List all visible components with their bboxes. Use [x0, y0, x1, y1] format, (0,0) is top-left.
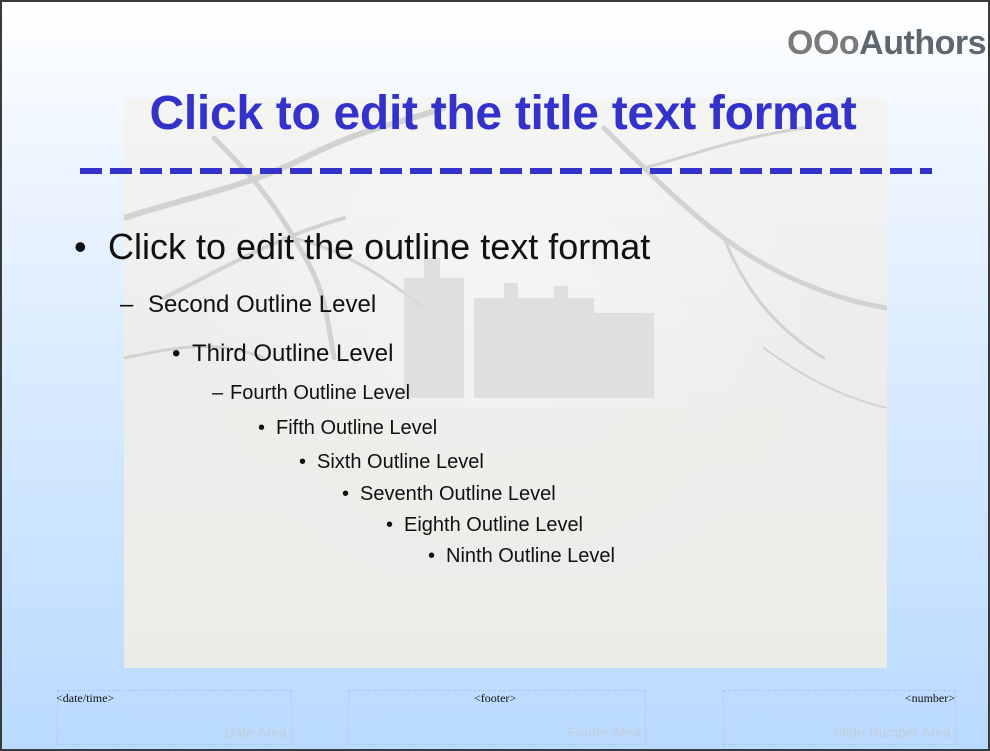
outline-level-3: • Third Outline Level [172, 340, 393, 368]
bullet-icon: • [342, 483, 350, 505]
bullet-icon: • [428, 545, 436, 567]
outline-level-6-text: Sixth Outline Level [317, 451, 484, 473]
footer-field: <footer> [474, 691, 517, 705]
bullet-icon: • [299, 451, 307, 473]
outline-level-4-text: Fourth Outline Level [230, 382, 411, 404]
outline-level-9-text: Ninth Outline Level [446, 545, 615, 567]
outline-level-7: • Seventh Outline Level [342, 483, 556, 506]
bullet-icon: • [74, 226, 87, 267]
outline-level-5-text: Fifth Outline Level [276, 417, 438, 439]
outline-level-5: • Fifth Outline Level [258, 417, 437, 440]
outline-level-2: – Second Outline Level [120, 291, 376, 319]
outline-level-4: – Fourth Outline Level [212, 382, 410, 405]
outline-level-1: • Click to edit the outline text format [74, 226, 650, 268]
dash-icon: – [212, 382, 224, 404]
slide-number-field: <number> [904, 691, 955, 705]
date-area-label: Date Area [224, 724, 287, 740]
outline-level-7-text: Seventh Outline Level [360, 483, 556, 505]
outline-level-9: • Ninth Outline Level [428, 545, 615, 568]
dash-icon: – [120, 291, 134, 318]
date-time-field: <date/time> [56, 691, 115, 705]
bullet-icon: • [172, 340, 181, 367]
bullet-icon: • [386, 514, 394, 536]
slide-number-area-label: Slide Number Area [833, 724, 951, 740]
date-area-placeholder[interactable]: <date/time> Date Area [56, 690, 292, 745]
outline-level-8: • Eighth Outline Level [386, 514, 583, 537]
slide-canvas: OOoAuthors Click to edit the title text … [0, 0, 990, 751]
slide-number-area-placeholder[interactable]: <number> Slide Number Area [723, 690, 956, 745]
outline-level-6: • Sixth Outline Level [299, 451, 484, 474]
bullet-icon: • [258, 417, 266, 439]
outline-level-2-text: Second Outline Level [148, 291, 377, 318]
footer-area-label: Footer Area [567, 724, 641, 740]
outline-level-3-text: Third Outline Level [192, 340, 394, 367]
footer-area-placeholder[interactable]: <footer> Footer Area [348, 690, 646, 745]
outline-level-8-text: Eighth Outline Level [404, 514, 584, 536]
outline-placeholder[interactable]: • Click to edit the outline text format –… [2, 2, 988, 749]
outline-level-1-text: Click to edit the outline text format [108, 226, 651, 267]
